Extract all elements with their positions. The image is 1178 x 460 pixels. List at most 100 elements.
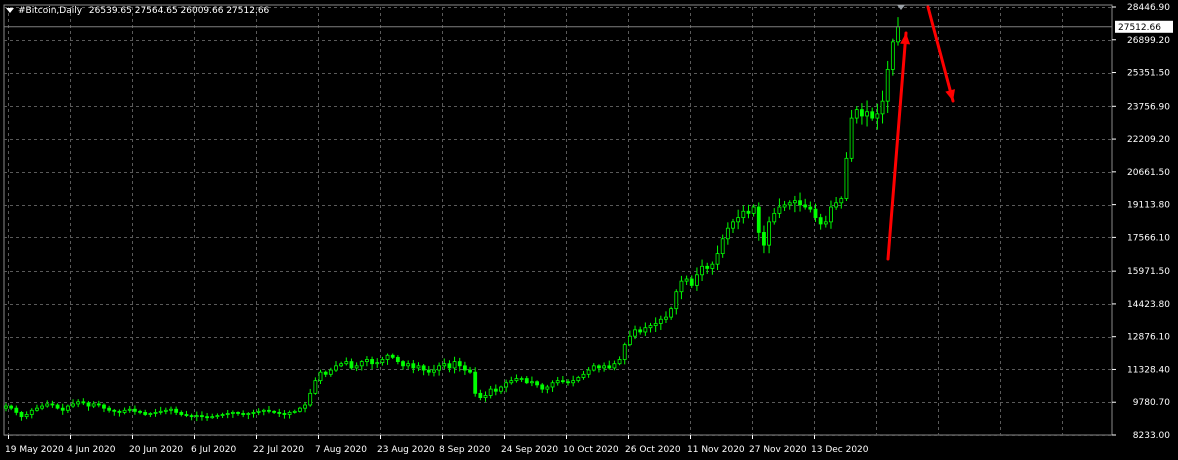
y-tick-label: 20661.50 [1127, 168, 1170, 178]
candle-body [653, 323, 658, 326]
candle-body [643, 327, 648, 333]
candle-body [189, 415, 194, 418]
candle-body [457, 361, 462, 367]
candle-body [581, 373, 586, 378]
candle-body [689, 278, 694, 286]
candle-body [535, 381, 539, 386]
candle-body [297, 407, 302, 412]
candle-body [777, 206, 782, 214]
candle-body [107, 407, 112, 411]
candle-body [499, 386, 503, 392]
candle-body [158, 410, 163, 413]
candle-body [519, 378, 524, 380]
candle-body [844, 157, 849, 199]
x-tick-label: 13 Dec 2020 [811, 445, 869, 455]
candle-body [695, 274, 699, 286]
candle-body [767, 221, 771, 246]
candle-body [163, 409, 168, 412]
x-tick-label: 26 Oct 2020 [625, 445, 681, 455]
candle-body [267, 409, 271, 412]
candle-body [890, 41, 895, 70]
candle-body [849, 117, 854, 159]
candle-body [200, 415, 204, 418]
candle-body [40, 405, 44, 409]
candle-body [478, 392, 483, 398]
candle-body [865, 111, 869, 117]
ohlc-values: 26539.65 27564.65 26009.66 27512.66 [88, 6, 270, 16]
x-tick-label: 6 Jul 2020 [191, 445, 236, 455]
candle-body [854, 109, 859, 119]
candle-body [741, 210, 746, 219]
candle-body [720, 238, 725, 255]
x-tick-label: 20 Jun 2020 [129, 445, 183, 455]
candle-body [334, 365, 338, 371]
candle-body [896, 26, 900, 43]
x-tick-label: 22 Jul 2020 [253, 445, 304, 455]
candle-body [762, 232, 766, 246]
candle-body [282, 413, 287, 415]
candle-body [504, 382, 509, 388]
candle-body [127, 408, 132, 411]
x-tick-label: 8 Sep 2020 [439, 445, 491, 455]
chart-window[interactable]: 28446.90 26899.20 25351.50 23756.90 22209.20… [0, 0, 1178, 460]
y-tick-label: 25351.50 [1127, 69, 1170, 79]
candle-body [452, 361, 457, 369]
candle-body [798, 200, 802, 206]
candle-body [339, 363, 344, 367]
candle-body [261, 409, 266, 412]
y-tick-label: 22209.20 [1127, 135, 1170, 145]
candle-body [323, 371, 328, 375]
candle-body [133, 408, 137, 412]
candle-body [560, 380, 565, 383]
candle-body [586, 369, 591, 375]
candle-body [102, 404, 106, 409]
candle-body [390, 354, 395, 358]
candle-body [658, 318, 663, 324]
candle-body [612, 363, 617, 369]
candle-body [705, 265, 710, 269]
candle-body [803, 204, 808, 208]
candle-body [566, 381, 570, 384]
candle-body [230, 412, 235, 414]
candle-body [65, 405, 70, 411]
candle-body [787, 202, 792, 206]
y-tick-label: 19113.80 [1127, 201, 1170, 211]
candle-body [272, 410, 277, 413]
candle-body [349, 361, 354, 369]
candle-body [169, 408, 173, 411]
candle-body [19, 412, 24, 418]
candle-body [256, 410, 261, 413]
dropdown-triangle-icon[interactable] [6, 8, 14, 13]
candle-body [359, 361, 364, 367]
candle-body [55, 404, 60, 409]
candle-body [468, 369, 472, 373]
candle-body [627, 335, 632, 346]
candle-body [251, 412, 256, 414]
y-tick-label: 28446.90 [1127, 3, 1170, 13]
candle-body [220, 414, 225, 416]
candle-body [117, 410, 122, 413]
candle-body [174, 408, 179, 413]
candle-body [112, 409, 117, 412]
candle-body [792, 200, 797, 204]
candle-body [81, 401, 86, 404]
x-tick-label: 10 Oct 2020 [563, 445, 619, 455]
x-tick-label: 23 Aug 2020 [377, 445, 435, 455]
y-tick-label: 23756.90 [1127, 102, 1170, 112]
candle-body [736, 217, 741, 223]
candle-body [669, 308, 674, 318]
candle-body [540, 384, 545, 390]
candle-body [45, 403, 50, 407]
candle-body [860, 109, 864, 117]
candle-body [328, 369, 333, 375]
candle-body [76, 401, 81, 405]
candle-body [365, 359, 369, 362]
y-tick-label: 15971.50 [1127, 267, 1170, 277]
candle-body [138, 410, 142, 413]
candle-body [318, 371, 323, 382]
price-chart[interactable]: 28446.90 26899.20 25351.50 23756.90 22209.20… [0, 0, 1178, 460]
candle-body [225, 413, 230, 415]
x-tick-label: 27 Nov 2020 [749, 445, 807, 455]
candle-body [638, 329, 643, 333]
candle-body [292, 410, 297, 413]
